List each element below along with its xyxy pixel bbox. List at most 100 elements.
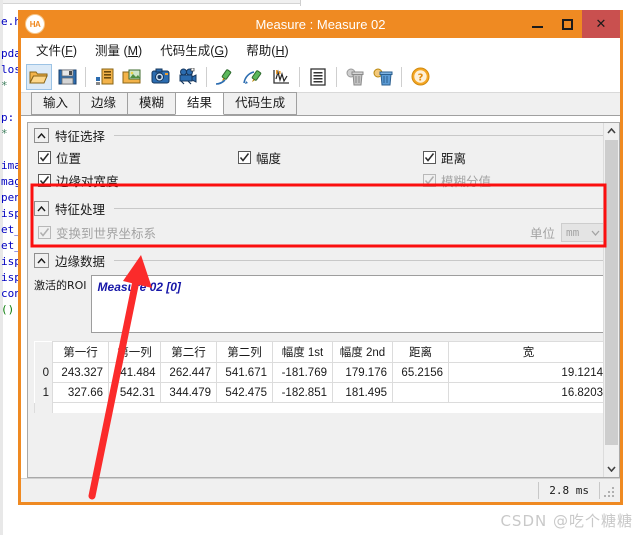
table-header-row: 第一行 第一列 第二行 第二列 幅度 1st 幅度 2nd 距离宽: [34, 341, 609, 363]
world-coord-row: 变换到世界坐标系 单位 mm: [28, 219, 619, 246]
collapse-button-feature-selection[interactable]: [34, 128, 49, 143]
table-cell[interactable]: 19.1214: [448, 362, 609, 383]
delete-roi-button[interactable]: [342, 64, 368, 90]
pencil-arc-icon: [243, 68, 263, 86]
results-table-wrapper: 第一行 第一列 第二行 第二列 幅度 1st 幅度 2nd 距离宽 0 243.327 541.…: [28, 333, 619, 413]
title-bar[interactable]: HA Measure : Measure 02 ✕: [21, 10, 620, 38]
column-header-3[interactable]: 第二列: [216, 341, 273, 363]
checkbox-position[interactable]: 位置: [38, 148, 238, 167]
table-cell[interactable]: 16.8203: [448, 382, 609, 403]
menu-item-tail: ): [284, 44, 289, 58]
table-row[interactable]: 1 327.66 542.31 344.479 542.475 -182.851 181.4…: [34, 382, 609, 403]
tab-4[interactable]: 代码生成: [223, 92, 298, 115]
table-cell[interactable]: -182.851: [272, 382, 333, 403]
column-header-7[interactable]: 宽: [448, 341, 609, 363]
table-cell[interactable]: 344.479: [160, 382, 217, 403]
checkbox-label: 模糊分值: [441, 175, 492, 189]
checkbox-label: 距离: [441, 152, 467, 166]
scrollbar-thumb[interactable]: [605, 140, 618, 445]
floppy-save-icon: [58, 68, 77, 86]
menu-item-2[interactable]: 代码生成(G): [151, 38, 237, 61]
table-row[interactable]: 0 243.327 541.484 262.447 541.671 -181.769 179…: [34, 362, 609, 383]
open-file-button[interactable]: [26, 63, 52, 90]
menu-item-0[interactable]: 文件(F): [27, 38, 86, 61]
save-file-button[interactable]: [54, 64, 80, 90]
checkbox-label: 幅度: [256, 152, 282, 166]
minimize-button[interactable]: [522, 10, 552, 38]
trash-gray-icon: [346, 68, 365, 86]
tab-1[interactable]: 边缘: [79, 92, 129, 115]
checkbox-amplitude[interactable]: 幅度: [238, 148, 423, 167]
collapse-button-feature-processing[interactable]: [34, 201, 49, 216]
roi-list-item[interactable]: Measure 02 [0]: [98, 280, 602, 294]
checkbox-edge-pair-width[interactable]: 边缘对宽度: [38, 171, 423, 190]
menu-item-3[interactable]: 帮助(H): [237, 38, 297, 61]
checkbox-distance[interactable]: 距离: [423, 148, 466, 167]
table-cell[interactable]: -181.769: [272, 362, 333, 383]
table-cell[interactable]: 542.31: [108, 382, 161, 403]
tab-2[interactable]: 模糊: [127, 92, 177, 115]
table-cell[interactable]: 243.327: [52, 362, 109, 383]
chevron-up-icon: [37, 132, 46, 138]
table-cell[interactable]: 541.484: [108, 362, 161, 383]
group-title-edge-data: 边缘数据: [55, 255, 106, 269]
column-header-1[interactable]: 第一列: [108, 341, 161, 363]
scroll-up-button[interactable]: [604, 123, 619, 139]
tab-0[interactable]: 输入: [31, 92, 81, 115]
checkbox-box: [38, 226, 51, 239]
folder-image-icon: [122, 68, 142, 86]
help-button[interactable]: ?: [407, 64, 433, 90]
export-list-icon: [95, 68, 114, 86]
table-cell[interactable]: 327.66: [52, 382, 109, 403]
collapse-button-edge-data[interactable]: [34, 253, 49, 268]
group-header-edge-data: 边缘数据: [28, 248, 619, 271]
group-header-feature-processing: 特征处理: [28, 196, 619, 219]
table-cell[interactable]: 179.176: [332, 362, 393, 383]
scroll-down-button[interactable]: [604, 461, 619, 477]
grab-image-button[interactable]: [147, 64, 173, 90]
table-cell[interactable]: 181.495: [332, 382, 393, 403]
checkbox-box: [238, 151, 251, 164]
checkbox-box: [423, 151, 436, 164]
draw-arc-roi-button[interactable]: [240, 64, 266, 90]
load-image-button[interactable]: [119, 64, 145, 90]
column-header-5[interactable]: 幅度 2nd: [332, 341, 393, 363]
column-header-2[interactable]: 第二行: [160, 341, 217, 363]
group-rule: [114, 135, 611, 136]
resize-grip-icon[interactable]: [604, 485, 616, 497]
active-roi-list[interactable]: Measure 02 [0]: [90, 275, 609, 333]
live-video-button[interactable]: [175, 64, 201, 90]
column-header-6[interactable]: 距离: [392, 341, 449, 363]
show-profile-button[interactable]: [268, 64, 294, 90]
column-header-4[interactable]: 幅度 1st: [272, 341, 333, 363]
grip-dot: [612, 486, 614, 489]
tab-3[interactable]: 结果: [175, 92, 225, 115]
show-results-button[interactable]: [305, 64, 331, 90]
table-cell[interactable]: [392, 382, 449, 403]
delete-all-rois-button[interactable]: [370, 64, 396, 90]
export-settings-button[interactable]: [91, 64, 117, 90]
table-cell[interactable]: 542.475: [216, 382, 273, 403]
toolbar-separator: [336, 66, 337, 87]
table-cell[interactable]: 541.671: [216, 362, 273, 383]
editor-top-strip-right: [300, 0, 641, 6]
panel-vertical-scrollbar[interactable]: [603, 123, 619, 477]
draw-roi-button[interactable]: [212, 64, 238, 90]
toolbar-separator: [401, 66, 402, 87]
window-controls: ✕: [522, 10, 620, 38]
maximize-button[interactable]: [552, 10, 582, 38]
column-header-0[interactable]: 第一行: [52, 341, 109, 363]
row-index-header: [34, 341, 53, 363]
close-button[interactable]: ✕: [582, 10, 620, 38]
checkbox-box: [38, 151, 51, 164]
tab-label: 输入: [43, 96, 69, 110]
menu-bar: 文件(F) 测量 (M) 代码生成(G) 帮助(H): [21, 38, 620, 61]
table-cell[interactable]: 262.447: [160, 362, 217, 383]
menu-item-1[interactable]: 测量 (M): [86, 38, 151, 61]
grip-dot: [604, 494, 606, 497]
table-cell[interactable]: 65.2156: [392, 362, 449, 383]
close-icon: ✕: [595, 16, 607, 31]
unit-dropdown[interactable]: mm: [561, 223, 605, 242]
row-index: [34, 402, 53, 413]
checkbox-label: 位置: [56, 152, 82, 166]
